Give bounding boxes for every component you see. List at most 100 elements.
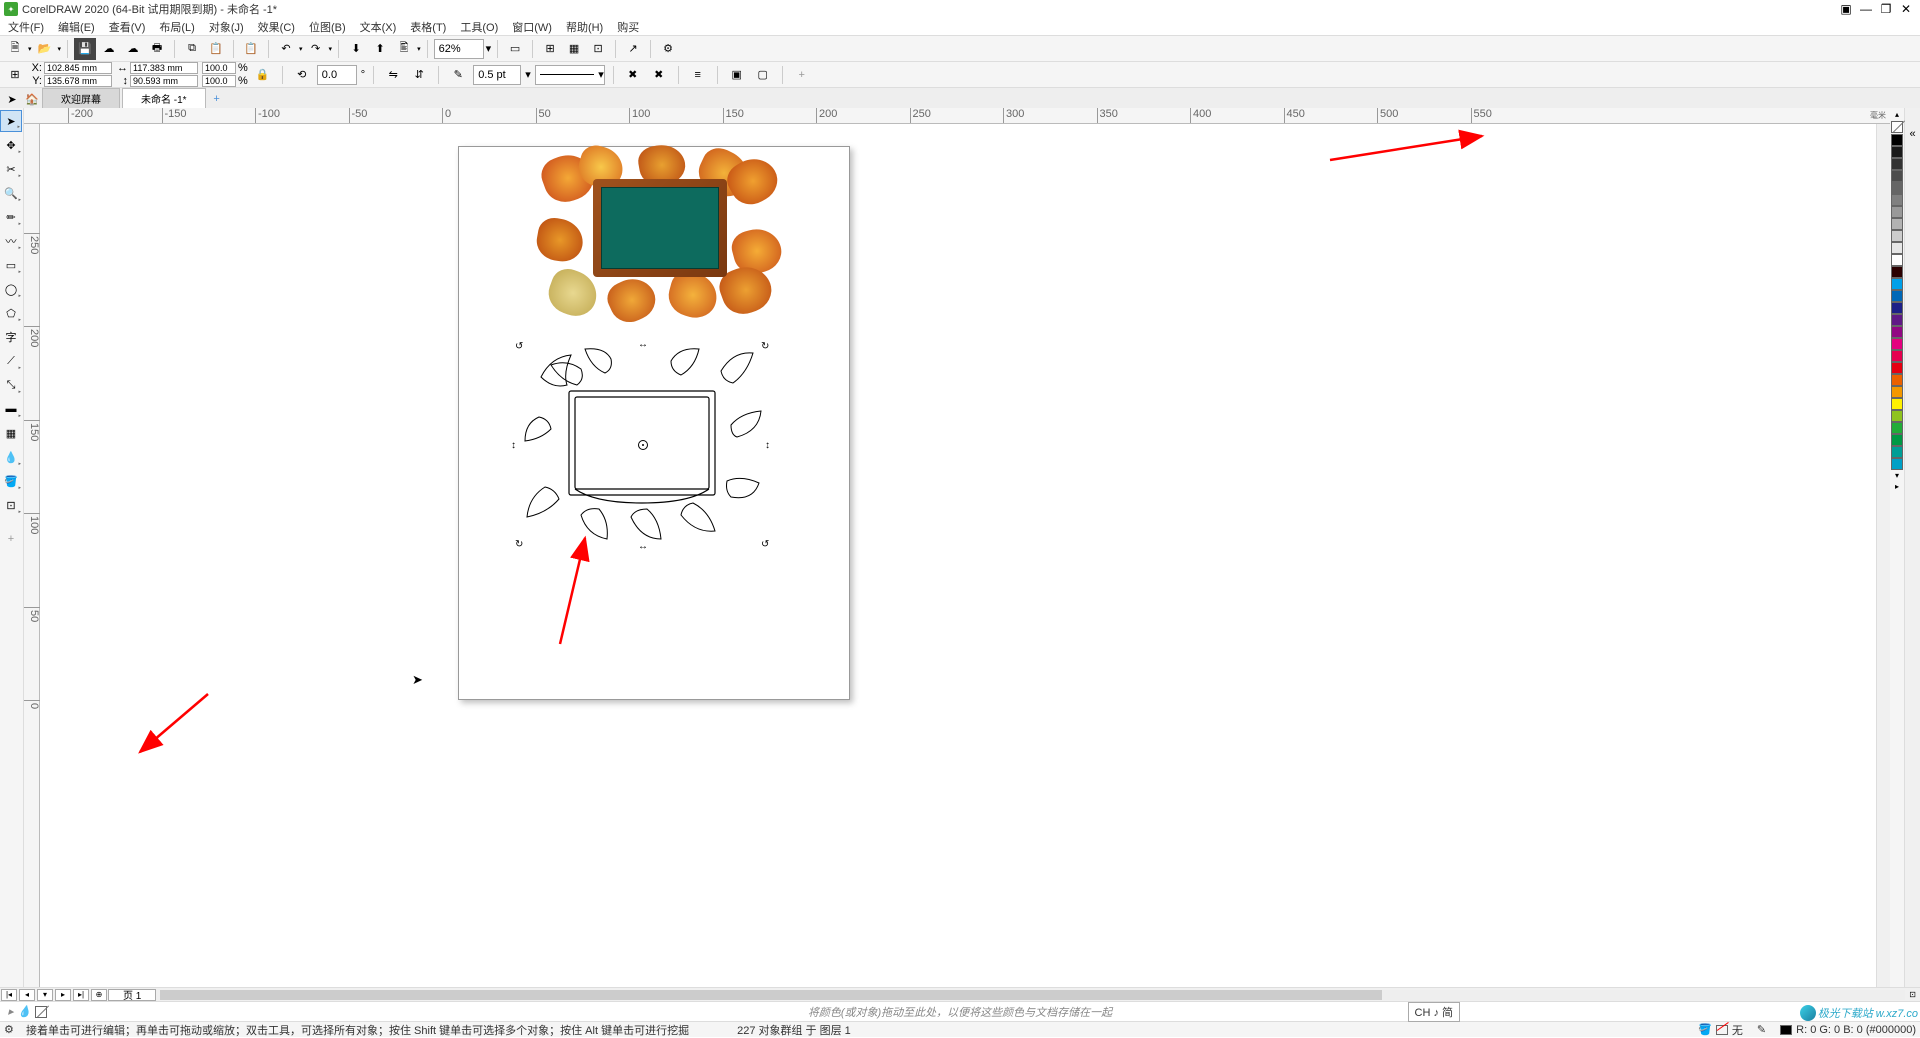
doc-no-color-swatch[interactable] — [35, 1006, 47, 1018]
maximize-button[interactable]: ❐ — [1876, 2, 1896, 16]
pick-tool[interactable]: ➤▸ — [0, 110, 22, 132]
end-arrow-icon[interactable]: ✖ — [648, 64, 670, 86]
color-swatch[interactable] — [1891, 338, 1903, 350]
mirror-h-icon[interactable]: ⇋ — [382, 64, 404, 86]
color-swatch[interactable] — [1891, 374, 1903, 386]
color-swatch[interactable] — [1891, 278, 1903, 290]
rotate-handle-tr[interactable]: ↻ — [761, 341, 771, 351]
pick-tool-tab-icon[interactable]: ➤ — [2, 90, 22, 108]
menu-table[interactable]: 表格(T) — [410, 19, 446, 35]
color-swatch[interactable] — [1891, 410, 1903, 422]
ruler-horizontal[interactable]: 毫米 -200-150-100-500501001502002503003504… — [24, 108, 1890, 124]
color-swatch[interactable] — [1891, 398, 1903, 410]
rulers-icon[interactable]: ⊞ — [539, 38, 561, 60]
add-tab-button[interactable]: + — [208, 90, 226, 108]
bitmap-leaves-chalkboard[interactable] — [539, 149, 779, 319]
rotate-handle-br[interactable]: ↺ — [761, 539, 771, 549]
import-button[interactable]: ⬇ — [345, 38, 367, 60]
menu-effect[interactable]: 效果(C) — [258, 19, 295, 35]
color-swatch[interactable] — [1891, 458, 1903, 470]
menu-bitmap[interactable]: 位图(B) — [309, 19, 346, 35]
menu-window[interactable]: 窗口(W) — [512, 19, 552, 35]
add-page-button[interactable]: ⊕ — [91, 989, 107, 1001]
eyedropper-icon[interactable]: 💧 — [18, 1005, 32, 1018]
fill-bucket-icon[interactable]: 🪣 — [1698, 1023, 1712, 1036]
menu-tools[interactable]: 工具(O) — [460, 19, 498, 35]
y-position-input[interactable] — [44, 75, 112, 87]
color-swatch[interactable] — [1891, 218, 1903, 230]
zoom-tool[interactable]: 🔍▸ — [0, 182, 22, 204]
color-swatch[interactable] — [1891, 422, 1903, 434]
height-input[interactable] — [130, 75, 198, 87]
color-swatch[interactable] — [1891, 446, 1903, 458]
color-swatch[interactable] — [1891, 242, 1903, 254]
ruler-vertical[interactable]: 250200150100500 — [24, 124, 40, 987]
fullscreen-icon[interactable]: ▭ — [504, 38, 526, 60]
ime-indicator[interactable]: CH ♪ 简 — [1408, 1002, 1461, 1022]
polygon-tool[interactable]: ⬠▸ — [0, 302, 22, 324]
parallel-dim-tool[interactable]: ⟋▸ — [0, 350, 22, 372]
lock-ratio-icon[interactable]: 🔒 — [252, 64, 274, 86]
nav-locator-icon[interactable]: ⊡ — [1909, 990, 1916, 999]
nav-first-button[interactable]: |◂ — [1, 989, 17, 1001]
scale-y-input[interactable] — [202, 75, 236, 87]
color-swatch[interactable] — [1891, 314, 1903, 326]
color-swatch[interactable] — [1891, 290, 1903, 302]
outline-swatch[interactable] — [1780, 1025, 1792, 1035]
docker-expand-icon[interactable]: « — [1909, 128, 1915, 140]
mirror-v-icon[interactable]: ⇵ — [408, 64, 430, 86]
menu-edit[interactable]: 编辑(E) — [58, 19, 95, 35]
traced-vector-group[interactable]: ↺ ↻ ↻ ↺ ↔ ↔ ↕ ↕ — [521, 347, 765, 543]
text-tool[interactable]: 字 — [0, 326, 22, 348]
connector-tool[interactable]: ⤡▸ — [0, 374, 22, 396]
canvas[interactable]: ↺ ↻ ↻ ↺ ↔ ↔ ↕ ↕ — [40, 124, 1876, 987]
nav-prev-button[interactable]: ◂ — [19, 989, 35, 1001]
color-swatch[interactable] — [1891, 170, 1903, 182]
width-input[interactable] — [130, 62, 198, 74]
palette-down-icon[interactable]: ▾ — [1895, 471, 1899, 481]
outline-pen-status-icon[interactable]: ✎ — [1757, 1023, 1766, 1036]
close-button[interactable]: ✕ — [1896, 2, 1916, 16]
page-tab-1[interactable]: 页 1 — [108, 989, 156, 1001]
no-color-swatch[interactable] — [1891, 121, 1903, 133]
color-swatch[interactable] — [1891, 302, 1903, 314]
nav-last-button[interactable]: ▸| — [73, 989, 89, 1001]
paste-button[interactable]: 📋 — [205, 38, 227, 60]
outline-pen-icon[interactable]: ✎ — [447, 64, 469, 86]
doc-palette-arrow-icon[interactable]: ▸ — [8, 1005, 14, 1018]
color-swatch[interactable] — [1891, 254, 1903, 266]
color-swatch[interactable] — [1891, 146, 1903, 158]
color-swatch[interactable] — [1891, 386, 1903, 398]
home-icon[interactable]: 🏠 — [22, 90, 42, 108]
open-button[interactable]: 📂 — [34, 38, 56, 60]
palette-up-icon[interactable]: ▴ — [1895, 110, 1899, 120]
tab-welcome[interactable]: 欢迎屏幕 — [42, 88, 120, 108]
ellipse-tool[interactable]: ◯▸ — [0, 278, 22, 300]
freehand-tool[interactable]: ✏▸ — [0, 206, 22, 228]
print-button[interactable]: 🖶 — [146, 38, 168, 60]
palette-flyout-icon[interactable]: ▸ — [1895, 482, 1899, 492]
rectangle-tool[interactable]: ▭▸ — [0, 254, 22, 276]
hscrollbar[interactable] — [160, 990, 1905, 1000]
outline-tool[interactable]: ⊡▸ — [0, 494, 22, 516]
crop-tool[interactable]: ✂▸ — [0, 158, 22, 180]
object-origin-icon[interactable]: ⊞ — [4, 64, 26, 86]
fill-swatch-none[interactable] — [1716, 1025, 1728, 1035]
guides-icon[interactable]: ⊡ — [587, 38, 609, 60]
menu-layout[interactable]: 布局(L) — [159, 19, 194, 35]
rotate-handle-bl[interactable]: ↻ — [515, 539, 525, 549]
rotation-center[interactable] — [638, 440, 648, 450]
menu-buy[interactable]: 购买 — [617, 19, 639, 35]
skew-handle-t[interactable]: ↔ — [638, 339, 648, 349]
cloud-up-icon[interactable]: ☁ — [98, 38, 120, 60]
color-swatch[interactable] — [1891, 362, 1903, 374]
drop-shadow-tool[interactable]: ▬▸ — [0, 398, 22, 420]
nav-browse-button[interactable]: ▾ — [37, 989, 53, 1001]
outline-width-input[interactable] — [473, 65, 521, 85]
color-swatch[interactable] — [1891, 194, 1903, 206]
color-swatch[interactable] — [1891, 182, 1903, 194]
copy-button[interactable]: ⧉ — [181, 38, 203, 60]
redo-button[interactable]: ↷ — [305, 38, 327, 60]
status-gear-icon[interactable]: ⚙ — [4, 1023, 18, 1036]
rotate-handle-tl[interactable]: ↺ — [515, 341, 525, 351]
